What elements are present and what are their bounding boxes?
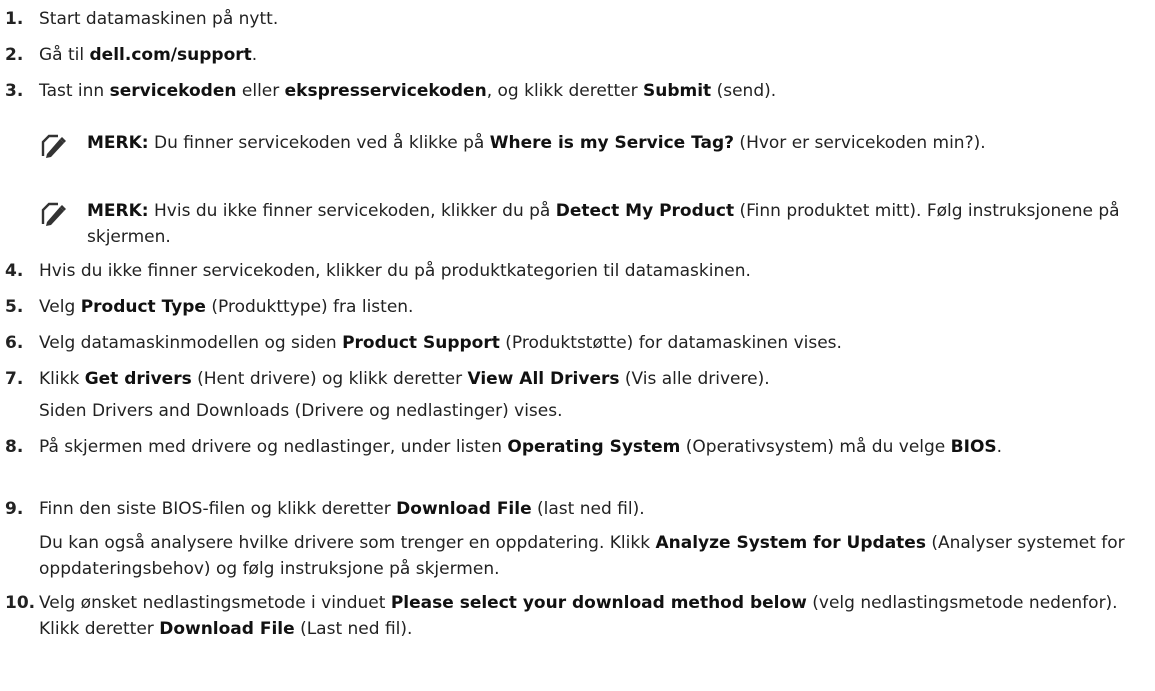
text-run: (Produkttype) fra listen. [205, 297, 414, 317]
text-run: . [251, 45, 258, 65]
text-run: Du finner servicekoden ved å klikke på [148, 133, 490, 153]
step-text: Tast inn servicekoden eller ekspresservi… [39, 78, 1144, 104]
step-number: 6. [5, 333, 24, 353]
step-7-result: Siden Drivers and Downloads (Drivere og … [39, 401, 563, 421]
bold-term: servicekoden [109, 81, 237, 101]
bold-term: Download File [396, 499, 532, 519]
step-number: 7. [5, 369, 24, 389]
bold-term: Analyze System for Updates [655, 533, 926, 553]
bold-term: Operating System [507, 437, 681, 457]
step-number: 8. [5, 437, 24, 457]
step-number: 4. [5, 261, 24, 281]
text-run: (send). [711, 81, 777, 101]
pencil-note-icon [41, 202, 66, 226]
step-number: 5. [5, 297, 24, 317]
note-text: MERK: Hvis du ikke finner servicekoden, … [87, 198, 1144, 250]
bold-term: ekspresservicekoden [284, 81, 487, 101]
bold-term: Download File [159, 619, 295, 639]
bold-term: Please select your download method below [390, 593, 807, 613]
text-run: På skjermen med drivere og nedlastinger,… [39, 437, 508, 457]
text-run: . [996, 437, 1003, 457]
step-number: 1. [5, 9, 24, 29]
text-run: (Hvor er servicekoden min?). [734, 133, 986, 153]
text-run: (Produktstøtte) for datamaskinen vises. [499, 333, 842, 353]
text-run: Klikk [39, 369, 85, 389]
step-text: Velg datamaskinmodellen og siden Product… [39, 330, 1144, 356]
text-run: (last ned fil). [531, 499, 645, 519]
bold-term: dell.com/support [89, 45, 252, 65]
step-text: Finn den siste BIOS-filen og klikk deret… [39, 496, 1144, 522]
step-number: 2. [5, 45, 24, 65]
bold-term: Detect My Product [555, 201, 735, 221]
text-run: (Vis alle drivere). [619, 369, 770, 389]
text-run: Tast inn [39, 81, 110, 101]
text-run: Du kan også analysere hvilke drivere som… [39, 533, 656, 553]
step-number: 10. [5, 593, 36, 613]
text-run: Start datamaskinen på nytt. [39, 9, 279, 29]
text-run: eller [236, 81, 285, 101]
bold-term: MERK: [87, 201, 149, 221]
bold-term: View All Drivers [467, 369, 620, 389]
step-text: Velg Product Type (Produkttype) fra list… [39, 294, 1144, 320]
text-run: Hvis du ikke finner servicekoden, klikke… [148, 201, 556, 221]
bold-term: Product Type [80, 297, 206, 317]
step-text: På skjermen med drivere og nedlastinger,… [39, 434, 1144, 460]
bold-term: BIOS [950, 437, 997, 457]
step-text: Hvis du ikke finner servicekoden, klikke… [39, 258, 1144, 284]
step-text: Klikk Get drivers (Hent drivere) og klik… [39, 366, 1144, 392]
text-run: (Hent drivere) og klikk deretter [191, 369, 468, 389]
text-run: (Operativsystem) må du velge [680, 437, 951, 457]
text-run: Finn den siste BIOS-filen og klikk deret… [39, 499, 397, 519]
text-run: Velg ønsket nedlastingsmetode i vinduet [39, 593, 391, 613]
step-text: Start datamaskinen på nytt. [39, 6, 1144, 32]
text-run: Gå til [39, 45, 90, 65]
text-run: Velg [39, 297, 81, 317]
bold-term: Submit [643, 81, 712, 101]
step-text: Gå til dell.com/support. [39, 42, 1144, 68]
bold-term: Product Support [342, 333, 500, 353]
step-number: 9. [5, 499, 24, 519]
step-number: 3. [5, 81, 24, 101]
text-run: , og klikk deretter [486, 81, 643, 101]
bold-term: MERK: [87, 133, 149, 153]
step-text: Velg ønsket nedlastingsmetode i vinduet … [39, 590, 1144, 642]
note-text: MERK: Du finner servicekoden ved å klikk… [87, 130, 1144, 156]
text-run: (Last ned fil). [294, 619, 413, 639]
bold-term: Where is my Service Tag? [489, 133, 735, 153]
bold-term: Get drivers [84, 369, 192, 389]
step-9-extra: Du kan også analysere hvilke drivere som… [39, 530, 1149, 582]
text-run: Hvis du ikke finner servicekoden, klikke… [39, 261, 751, 281]
pencil-note-icon [41, 134, 66, 158]
text-run: Velg datamaskinmodellen og siden [39, 333, 343, 353]
